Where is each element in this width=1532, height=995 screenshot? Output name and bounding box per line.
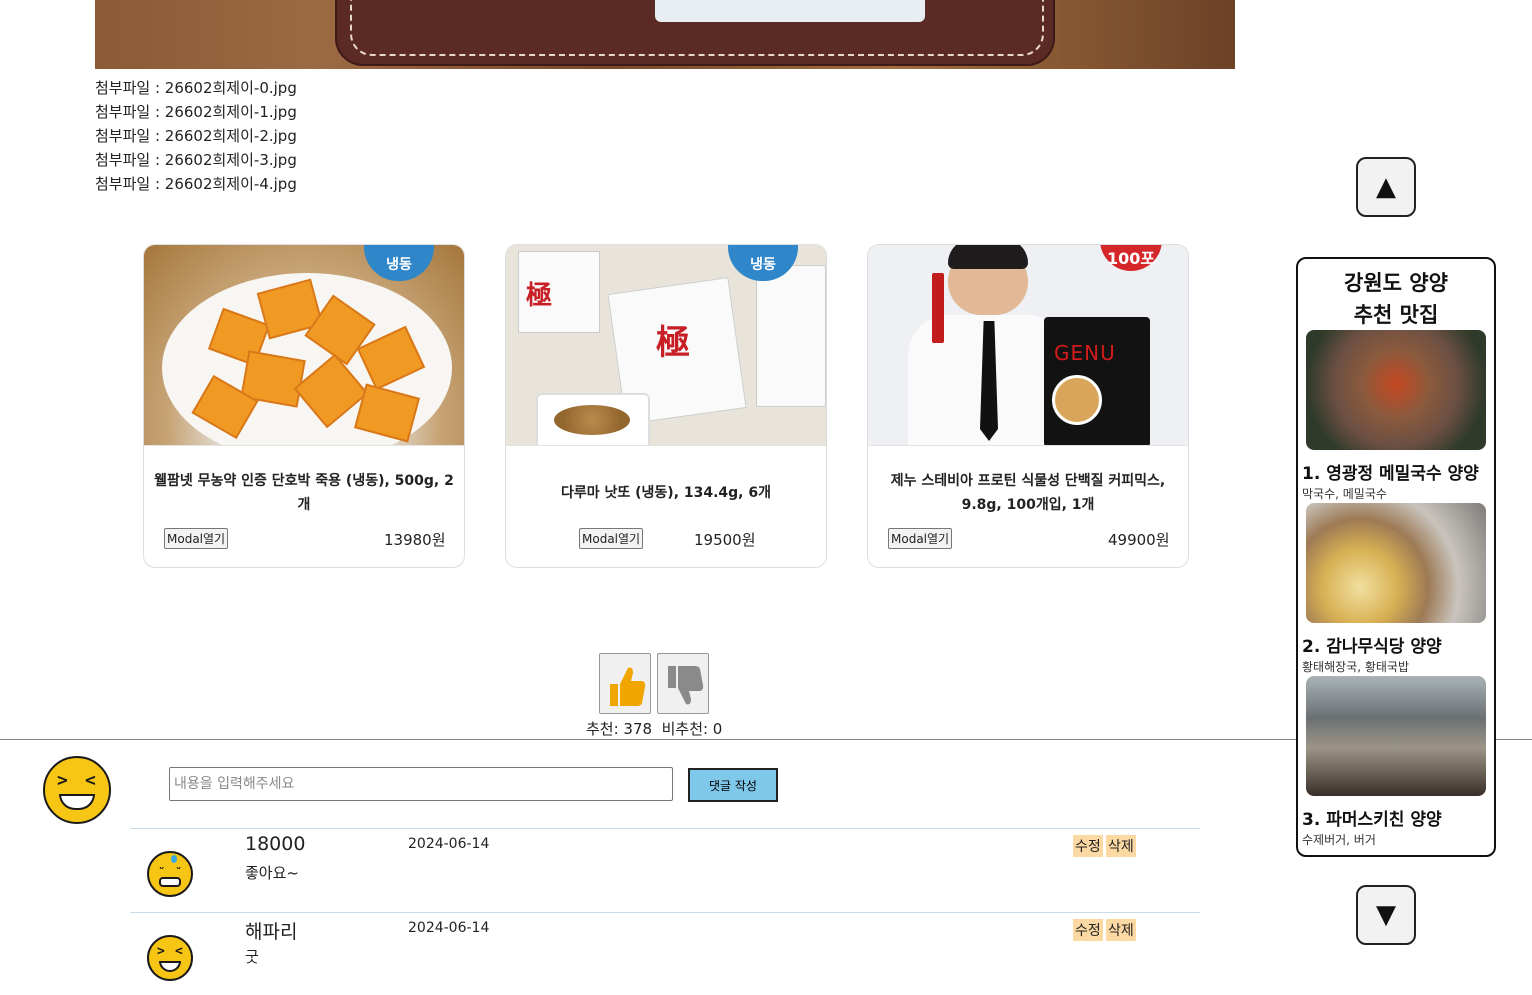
comment-delete-button[interactable]: 삭제 (1106, 919, 1136, 941)
product-title: 웰팜넷 무농약 인증 단호박 죽용 (냉동), 500g, 2 개 (154, 473, 454, 513)
restaurant-menu: 수제버거, 버거 (1302, 833, 1376, 847)
sweat-drop (171, 855, 177, 863)
comment-date: 2024-06-14 (408, 920, 490, 936)
grinning-squint-emoji-icon: > < (147, 935, 193, 981)
comment-edit-button[interactable]: 수정 (1073, 919, 1103, 941)
product-image: 냉동 (144, 245, 464, 446)
wallet-card (655, 0, 925, 22)
comment-divider (130, 912, 1200, 913)
restaurant-menu: 황태해장국, 황태국밥 (1302, 660, 1409, 674)
modal-open-button[interactable]: Modal열기 (888, 528, 953, 549)
restaurant-name[interactable]: 3. 파머스키친 양양 (1302, 805, 1442, 830)
recommended-restaurants-panel: 강원도 양양 추천 맛집 1. 영광정 메밀국수 양양 막국수, 메밀국수 2.… (1296, 257, 1496, 857)
restaurant-menu: 막국수, 메밀국수 (1302, 487, 1387, 501)
comment-author: 해파리 (245, 921, 298, 943)
product-image: 極 極 냉동 (506, 245, 826, 446)
product-title: 제누 스테비아 프로틴 식물성 단백질 커피믹스, 9.8g, 100개입, 1… (890, 473, 1166, 513)
scroll-up-button[interactable]: ▲ (1356, 157, 1416, 217)
natto-box (756, 265, 826, 407)
vote-counts: 추천: 378 비추천: 0 (586, 720, 723, 738)
frozen-badge: 냉동 (364, 245, 434, 281)
triangle-up-icon: ▲ (1376, 172, 1396, 202)
coffee-cup (1052, 375, 1102, 425)
natto-logo: 極 (526, 281, 553, 311)
attachment-link[interactable]: 첨부파일 : 26602희제이-1.jpg (95, 100, 297, 124)
thumbs-up-icon (610, 667, 646, 706)
comment-input[interactable] (169, 767, 673, 801)
like-button[interactable] (599, 653, 651, 714)
emoji-mouth (159, 961, 181, 972)
dislike-button[interactable] (657, 653, 709, 714)
restaurant-image[interactable] (1306, 330, 1486, 450)
sweat-smile-emoji-icon: ᵕ ᵕ (147, 851, 193, 897)
natto-beans (554, 405, 630, 435)
attachment-link[interactable]: 첨부파일 : 26602희제이-2.jpg (95, 124, 297, 148)
modal-open-button[interactable]: Modal열기 (164, 528, 229, 549)
comment-text: 굿 (245, 948, 259, 966)
modal-open-button[interactable]: Modal열기 (579, 528, 644, 549)
comment-text: 좋아요~ (245, 864, 299, 882)
comment-delete-button[interactable]: 삭제 (1106, 835, 1136, 857)
triangle-down-icon: ▼ (1376, 900, 1396, 930)
attachment-link[interactable]: 첨부파일 : 26602희제이-4.jpg (95, 172, 297, 196)
count-badge: 100포 (1100, 245, 1162, 271)
restaurant-name[interactable]: 2. 감나무식당 양양 (1302, 632, 1442, 657)
product-price: 19500원 (694, 531, 756, 549)
panel-title: 강원도 양양 추천 맛집 (1344, 271, 1448, 327)
product-card[interactable]: 냉동 웰팜넷 무농약 인증 단호박 죽용 (냉동), 500g, 2 개 Mod… (143, 244, 465, 568)
comment-edit-button[interactable]: 수정 (1073, 835, 1103, 857)
scroll-down-button[interactable]: ▼ (1356, 885, 1416, 945)
product-price: 13980원 (384, 531, 446, 549)
natto-logo: 極 (656, 323, 690, 363)
model-hair (948, 245, 1028, 269)
emoji-mask (159, 877, 181, 887)
restaurant-image[interactable] (1306, 503, 1486, 623)
product-image: GENU 100포 (868, 245, 1188, 446)
product-card[interactable]: GENU 100포 제누 스테비아 프로틴 식물성 단백질 커피믹스, 9.8g… (867, 244, 1189, 568)
product-price: 49900원 (1108, 531, 1170, 549)
restaurant-name[interactable]: 1. 영광정 메밀국수 양양 (1302, 459, 1479, 484)
attachment-link[interactable]: 첨부파일 : 26602희제이-3.jpg (95, 148, 297, 172)
comment-submit-button[interactable]: 댓글 작성 (688, 768, 778, 802)
emoji-mouth (59, 794, 95, 810)
comment-author: 18000 (245, 833, 306, 855)
comment-divider (130, 828, 1200, 829)
attachment-link[interactable]: 첨부파일 : 26602희제이-0.jpg (95, 76, 297, 100)
restaurant-image[interactable] (1306, 676, 1486, 796)
thumbs-down-icon (668, 666, 704, 705)
comment-date: 2024-06-14 (408, 836, 490, 852)
coffee-stick (932, 273, 944, 343)
product-card[interactable]: 極 極 냉동 다루마 낫또 (냉동), 134.4g, 6개 Modal열기 1… (505, 244, 827, 568)
attachment-list: 첨부파일 : 26602희제이-0.jpg 첨부파일 : 26602희제이-1.… (95, 76, 297, 196)
product-title: 다루마 낫또 (냉동), 134.4g, 6개 (560, 485, 771, 501)
hero-image (95, 0, 1235, 69)
grinning-squint-emoji-icon: > < (43, 756, 111, 824)
